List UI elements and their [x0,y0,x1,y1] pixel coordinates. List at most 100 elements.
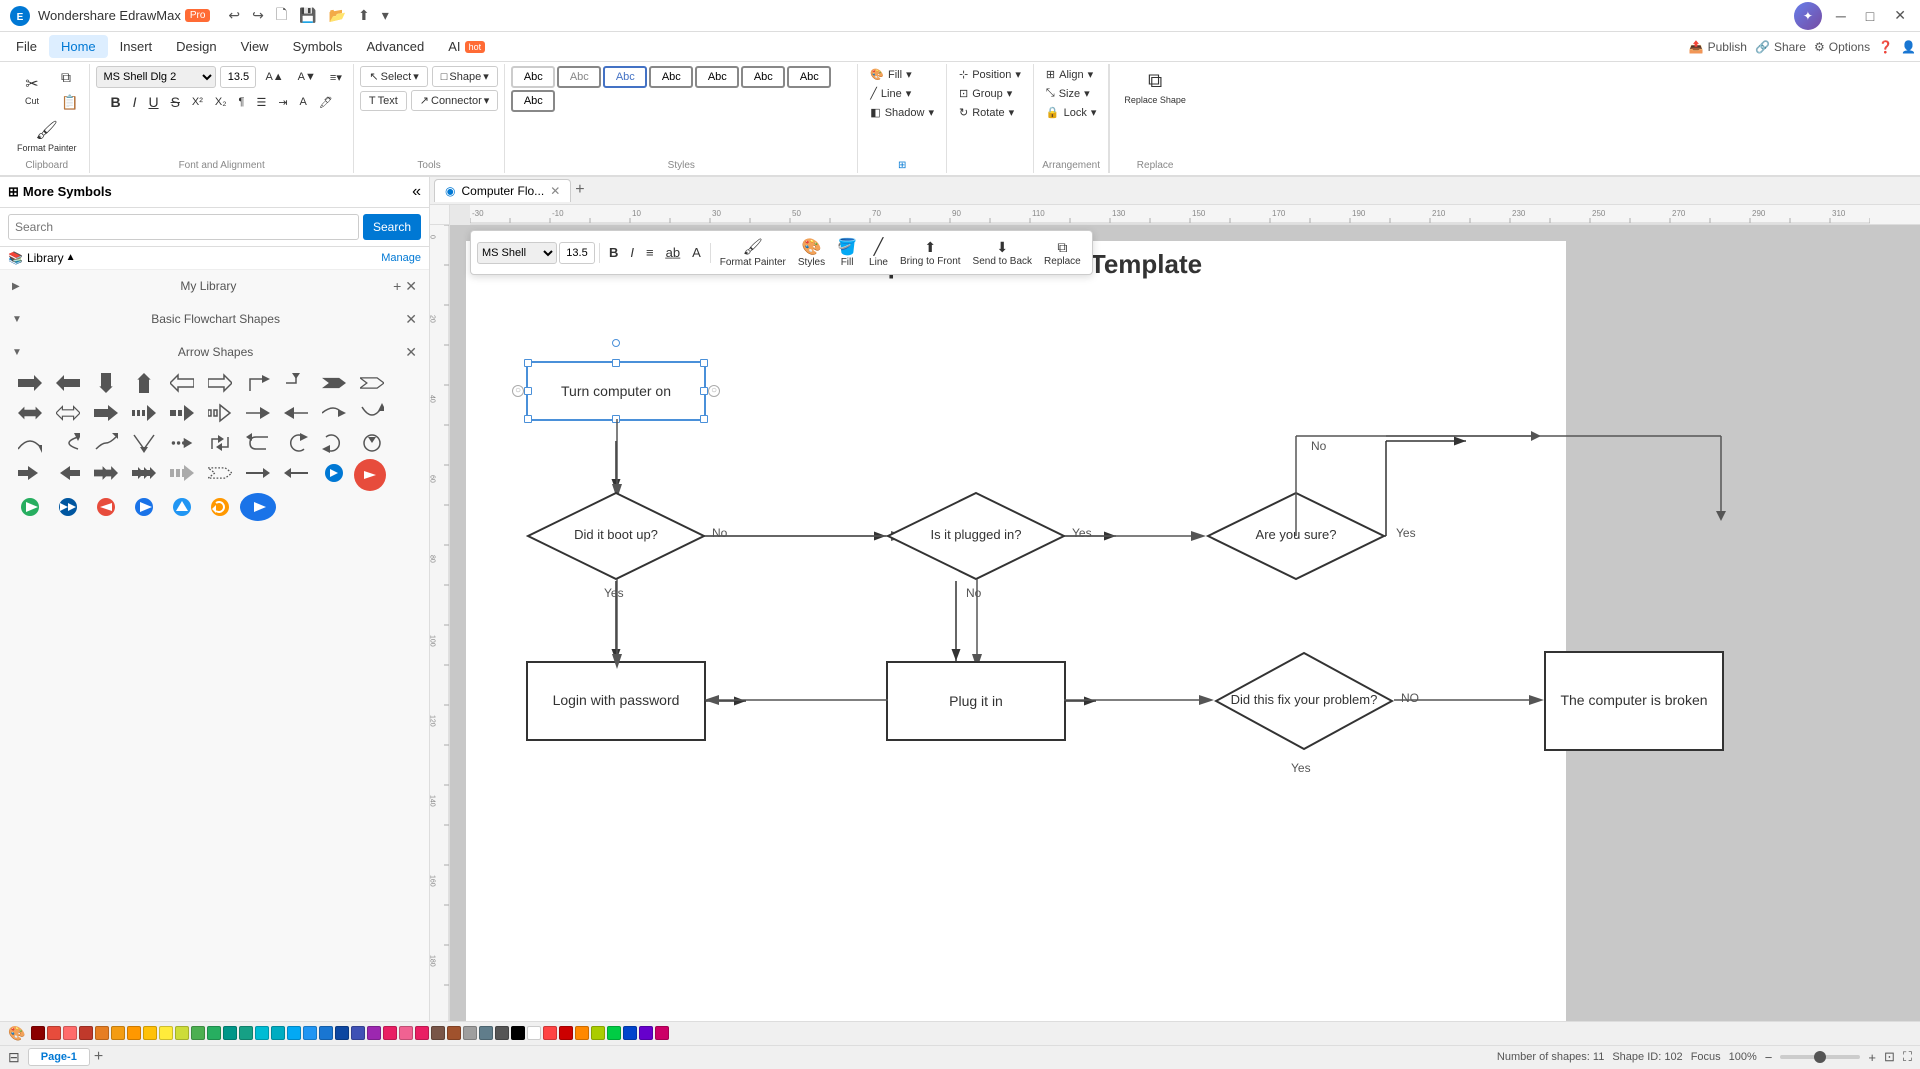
increase-font-button[interactable]: A▲ [260,68,288,86]
float-bring-front-button[interactable]: ⬆ Bring to Front [895,236,966,270]
shape-striped[interactable] [164,459,200,487]
shape-circle-arrow[interactable] [354,429,390,457]
search-input[interactable] [8,214,359,240]
style-swatch-8[interactable]: Abc [511,90,555,112]
export-button[interactable]: ⬆ [352,5,376,26]
color-red[interactable] [47,1026,61,1040]
maximize-button[interactable]: □ [1860,6,1880,26]
shape-arrow-6[interactable] [202,399,238,427]
float-format-painter-button[interactable]: 🖌 Format Painter [715,234,791,271]
align-shape-button[interactable]: ⊞Align ▾ [1040,66,1102,83]
color-blue-1[interactable] [303,1026,317,1040]
float-styles-button[interactable]: 🎨 Styles [793,234,830,271]
canvas[interactable]: Computer Flowchart Template [450,225,1920,1021]
strikethrough-button[interactable]: S [166,91,185,113]
color-blue-2[interactable] [319,1026,333,1040]
replace-shape-button[interactable]: ⧉ Replace Shape [1118,66,1192,110]
shadow-button[interactable]: ◧Shadow ▾ [864,104,940,121]
color-indigo[interactable] [351,1026,365,1040]
float-send-back-button[interactable]: ⬇ Send to Back [968,236,1037,270]
shape-left-back[interactable] [278,459,314,487]
shape-notch-3d[interactable] [202,459,238,487]
share-button[interactable]: 🔗Share [1755,40,1806,54]
options-button[interactable]: ⚙Options [1814,40,1870,54]
color-green-1[interactable] [191,1026,205,1040]
highlight-button[interactable]: 🖊 [314,93,338,112]
shape-corner-arrows[interactable] [202,429,238,457]
shape-blue-circle-selected[interactable] [240,493,276,521]
shape-v-down[interactable] [126,429,162,457]
shape-down-arrow[interactable] [88,369,124,397]
shape-refresh-2[interactable] [316,429,352,457]
shape-triple-right[interactable] [126,459,162,487]
color-lime[interactable] [175,1026,189,1040]
shape-blue-right-solid[interactable] [126,493,162,521]
style-swatch-5[interactable]: Abc [695,66,739,88]
font-size-input[interactable] [220,66,256,88]
shape-left-arrow-2[interactable] [164,369,200,397]
float-bold-button[interactable]: B [604,242,623,263]
color-light-blue[interactable] [287,1026,301,1040]
float-font-color-button[interactable]: A [687,242,706,263]
close-flowchart-library-button[interactable]: ✕ [405,311,417,328]
color-brown-2[interactable] [447,1026,461,1040]
zoom-slider[interactable] [1780,1055,1860,1059]
shape-bent-up[interactable] [240,369,276,397]
canvas-tab[interactable]: ◉ Computer Flo... ✕ [434,179,571,202]
shape-notch-right-2[interactable] [354,369,390,397]
shape-dots-arrow[interactable] [164,429,200,457]
size-button[interactable]: ⤡Size ▾ [1040,85,1102,102]
color-ext-5[interactable] [607,1026,621,1040]
shape-did-fix[interactable]: Did this fix your problem? [1214,651,1394,751]
user-button[interactable]: 👤 [1901,40,1916,54]
color-dark-gray[interactable] [495,1026,509,1040]
shape-green-play[interactable] [12,493,48,521]
float-line-button[interactable]: ╱ Line [864,234,893,271]
shape-right-arrow[interactable] [12,369,48,397]
publish-button[interactable]: 📤Publish [1689,40,1747,54]
page-tab[interactable]: Page-1 [28,1048,90,1066]
shape-computer-broken[interactable]: The computer is broken [1544,651,1724,751]
shape-back-arrow[interactable] [240,429,276,457]
shape-small-right[interactable] [12,459,48,487]
shape-bent-right[interactable] [278,369,314,397]
fit-page-button[interactable]: ⊡ [1884,1049,1895,1065]
menu-item-file[interactable]: File [4,35,49,58]
color-brown-1[interactable] [431,1026,445,1040]
zoom-in-button[interactable]: + [1868,1050,1876,1065]
shape-refresh[interactable] [278,429,314,457]
shape-right-curve[interactable] [316,399,352,427]
color-ext-7[interactable] [639,1026,653,1040]
menu-item-insert[interactable]: Insert [108,35,165,58]
shape-small-left[interactable] [50,459,86,487]
shape-up-curve[interactable] [12,429,48,457]
shape-left-thin[interactable] [278,399,314,427]
color-picker-icon[interactable]: 🎨 [8,1025,25,1042]
color-ext-8[interactable] [655,1026,669,1040]
menu-item-advanced[interactable]: Advanced [354,35,436,58]
basic-flowchart-label[interactable]: Basic Flowchart Shapes [151,312,280,326]
color-yellow-2[interactable] [159,1026,173,1040]
ai-assistant-icon[interactable]: ✦ [1794,2,1822,30]
color-teal-2[interactable] [239,1026,253,1040]
ai-menu-button[interactable]: AI hot [436,35,497,58]
float-font-select[interactable]: MS Shell [477,242,557,264]
shape-red-circle-arrow[interactable] [354,459,386,491]
arrow-shapes-label[interactable]: Arrow Shapes [178,345,253,359]
color-ext-3[interactable] [575,1026,589,1040]
line-button[interactable]: ╱Line ▾ [864,85,940,102]
shape-notch-right[interactable] [316,369,352,397]
add-library-button[interactable]: + [393,278,401,295]
save-button[interactable]: 💾 [293,5,322,26]
shape-double-arrow[interactable] [12,399,48,427]
style-swatch-3[interactable]: Abc [603,66,647,88]
underline-button[interactable]: U [143,91,163,113]
select-button[interactable]: ↖ Select ▾ [360,66,427,87]
color-cyan-2[interactable] [271,1026,285,1040]
manage-button[interactable]: Manage [381,252,421,264]
font-family-select[interactable]: MS Shell Dlg 2 [96,66,216,88]
text-wrap-button[interactable]: ¶ [234,93,250,111]
shape-curved-down[interactable] [354,399,390,427]
color-green-2[interactable] [207,1026,221,1040]
superscript-button[interactable]: X² [187,93,208,111]
